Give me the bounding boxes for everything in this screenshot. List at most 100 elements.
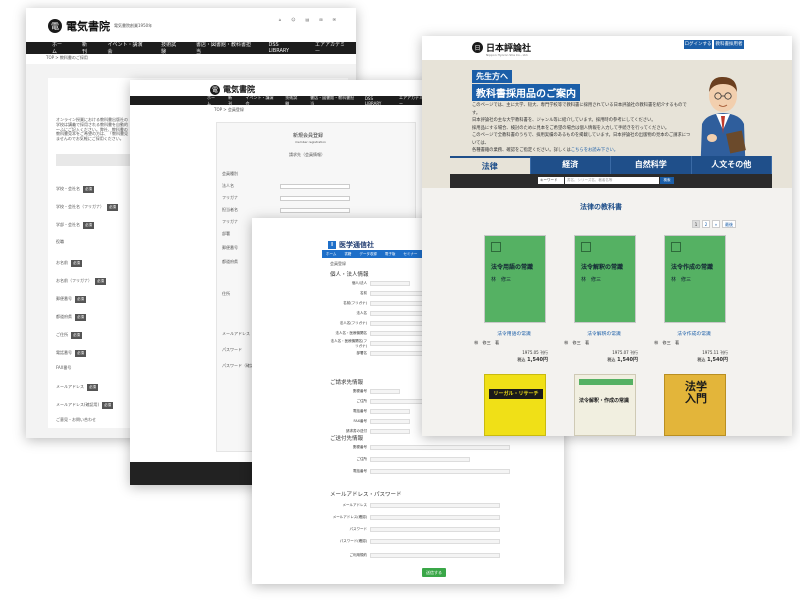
input-field[interactable] [370, 469, 510, 474]
tax-label: 税込 [607, 357, 616, 362]
hero-line: このページでは、主に大学、短大、専門学校等で教科書に採用されている日本評論社の教… [472, 103, 687, 116]
field-label: 学部・会社名 [56, 222, 80, 228]
tab-economics[interactable]: 経済 [530, 156, 611, 174]
nav-item[interactable]: セミナー [399, 252, 421, 257]
form-row: パスワード(確認) [330, 538, 550, 545]
teacher-register-button[interactable]: 教科書採用者登録 [714, 40, 744, 56]
input-field[interactable] [370, 445, 510, 450]
submit-button[interactable]: 送信する [422, 568, 446, 577]
logo[interactable]: 電 電気書院 電気書院創業1950年 [48, 18, 152, 34]
book-cover[interactable]: 法令用語の常識 林 修三 [484, 235, 546, 323]
input-field[interactable] [370, 409, 410, 414]
book-cover[interactable]: 法令解釈・作成の常識 [574, 374, 636, 436]
input-field[interactable] [370, 321, 430, 326]
book-price: 税込 1,540円 [688, 356, 728, 363]
nav-item[interactable]: ホーム [322, 252, 340, 257]
last-page[interactable]: 最後 [722, 220, 736, 228]
user-icon[interactable]: ☺ [291, 17, 295, 23]
tab-humanities[interactable]: 人文その他 [691, 156, 772, 174]
input-field[interactable] [370, 419, 410, 424]
input-field[interactable] [280, 196, 350, 201]
logo[interactable]: 電 電気書院 [210, 84, 255, 95]
nav-item[interactable]: 新刊 [74, 41, 99, 55]
input-field[interactable] [370, 301, 430, 306]
search-type-select[interactable]: キーワード [538, 177, 564, 184]
nav-item[interactable]: データ収録 [355, 252, 381, 257]
input-field[interactable] [370, 311, 430, 316]
field-label: 住所 [222, 291, 230, 296]
nav-item[interactable]: ホーム [44, 41, 74, 55]
login-button[interactable]: ログインする [684, 40, 712, 49]
book-cover[interactable]: 法令作成の常識 林 修三 [664, 235, 726, 323]
input-field[interactable] [370, 351, 430, 356]
field-label: ご住所 [356, 457, 368, 461]
checkbox-field[interactable] [370, 553, 500, 558]
panel-title: 新規会員登録 [293, 133, 324, 139]
field-label: ご住所 [56, 332, 68, 338]
tab-natural-science[interactable]: 自然科学 [611, 156, 692, 174]
field-label: 部署 [222, 231, 230, 236]
cart-icon[interactable]: ⊞ [319, 17, 322, 23]
field-label: 法人名 [222, 183, 234, 188]
input-field[interactable] [370, 503, 500, 508]
book-cover[interactable]: リーガル・リサーチ [484, 374, 546, 436]
price-value: 1,540円 [527, 357, 548, 363]
book-cover[interactable]: 法学入門 [664, 374, 726, 436]
section-title: 個人・法人情報 [330, 272, 369, 278]
book-title-link[interactable]: 法令作成の常識 [654, 330, 734, 337]
page-1[interactable]: 1 [692, 220, 700, 228]
next-page[interactable]: » [712, 220, 720, 228]
nav-item[interactable]: 技術試験 [280, 95, 305, 107]
input-field[interactable] [370, 539, 500, 544]
nav-item[interactable]: イベント・講演会 [99, 41, 153, 55]
input-field[interactable] [370, 389, 400, 394]
input-field[interactable] [370, 429, 410, 434]
input-field[interactable] [370, 331, 430, 336]
book-cover[interactable]: 法令解釈の常識 林 修三 [574, 235, 636, 323]
nav-item[interactable]: 書籍 [340, 252, 355, 257]
nav-item[interactable]: 電子版 [381, 252, 400, 257]
tab-law[interactable]: 法律 [450, 156, 531, 174]
seal-logo-icon: 日 [472, 42, 483, 53]
input-field[interactable] [280, 208, 350, 213]
book-title-link[interactable]: 法令用語の常識 [474, 330, 554, 337]
input-field[interactable] [280, 184, 350, 189]
nav-item[interactable]: 書店・図書館・教科書担当 [188, 41, 261, 55]
logo[interactable]: Ⅰ 医学通信社 [328, 240, 374, 250]
input-field[interactable] [370, 515, 500, 520]
hero-text: このページでは、主に大学、短大、専門学校等で教科書に採用されている日本評論社の教… [472, 102, 692, 155]
field-label: 学校・会社名（フリガナ） [56, 204, 104, 210]
input-field[interactable] [370, 527, 500, 532]
nav-item[interactable]: 書店・図書館・教科書担当 [305, 95, 360, 107]
nav-item[interactable]: DSS LIBRARY [261, 42, 308, 54]
field-label: 都道府県 [56, 314, 72, 320]
required-badge: 必須 [107, 204, 118, 211]
radio-group[interactable] [370, 281, 410, 286]
breadcrumb[interactable]: TOP > 会員登録 [214, 107, 244, 113]
page-2[interactable]: 2 [702, 220, 710, 228]
field-label: 電話番号 [56, 350, 72, 356]
field-label: 会員種別 [222, 171, 238, 176]
field-label: 法人名(フリガナ) [339, 321, 367, 325]
input-field[interactable] [370, 291, 430, 296]
nav-item[interactable]: イベント・講演会 [241, 95, 281, 107]
home-icon[interactable]: ⌂ [279, 17, 282, 23]
nav-item[interactable]: 新刊 [223, 95, 240, 107]
nav-item[interactable]: DSS LIBRARY [360, 96, 394, 106]
nav-item[interactable]: ホーム [202, 95, 223, 107]
mail-icon[interactable]: ✉ [333, 17, 336, 23]
input-field[interactable] [370, 341, 430, 346]
form-field: 電話番号 必須 [56, 350, 86, 357]
input-field[interactable] [370, 457, 470, 462]
search-input[interactable]: 書名、シリーズ名、著者名等 [565, 177, 659, 184]
doc-icon[interactable]: ▤ [306, 17, 310, 23]
form-row: ご利用規約 [330, 552, 550, 559]
search-button[interactable]: 検索 [660, 177, 674, 184]
details-link[interactable]: こちらをお読み下さい。 [571, 148, 618, 153]
form-field: FAX番号 [56, 365, 71, 371]
nav-item[interactable]: 技術試験 [153, 41, 188, 55]
breadcrumb[interactable]: TOP > 教科書のご採用 [46, 55, 88, 61]
nav-item[interactable]: エアアカデミー [307, 41, 356, 55]
panel-caption: 請求先（会員情報） [289, 152, 325, 157]
book-title-link[interactable]: 法令解釈の常識 [564, 330, 644, 337]
